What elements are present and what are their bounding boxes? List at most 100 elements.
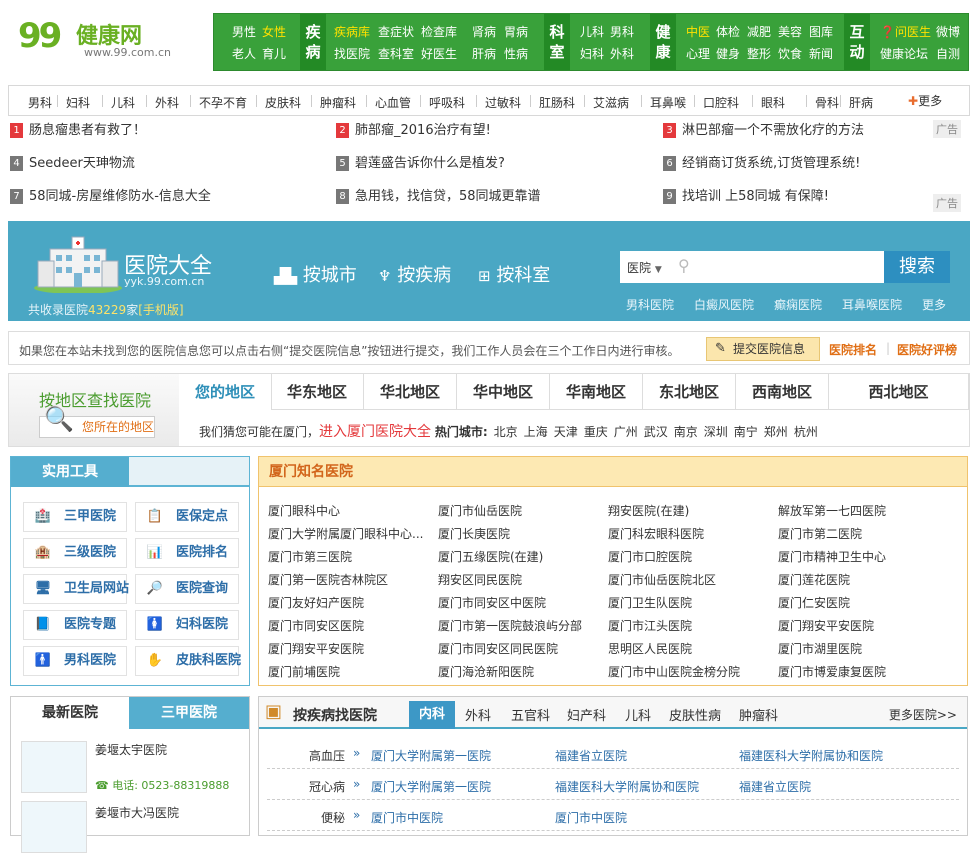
hot-city-link[interactable]: 武汉	[644, 425, 668, 439]
category-link[interactable]: 呼吸科	[429, 94, 465, 111]
nav-link-kidney[interactable]: 肾病	[472, 23, 496, 40]
tool-link[interactable]: 📊 医院排名	[135, 538, 239, 568]
nav-link-selftest[interactable]: 自测	[936, 45, 960, 62]
mobile-link[interactable]: [手机版]	[138, 303, 183, 317]
tool-link[interactable]: 🔎 医院查询	[135, 574, 239, 604]
category-link[interactable]: 耳鼻喉	[650, 94, 686, 111]
nav-link-fitness[interactable]: 健身	[716, 45, 740, 62]
site-logo[interactable]: 99 健康网 www.99.com.cn	[18, 14, 178, 62]
region-tab[interactable]: 西北地区	[829, 374, 969, 410]
disease-name[interactable]: 高血压	[267, 747, 345, 764]
more-categories-button[interactable]: ✚更多	[908, 92, 942, 109]
disease-hospital-link[interactable]: 厦门市中医院	[371, 809, 443, 826]
category-link[interactable]: 眼科	[761, 94, 785, 111]
nav-link-pediatrics[interactable]: 儿科	[580, 23, 604, 40]
search-type-select[interactable]: 医院 ▼	[627, 259, 662, 276]
region-tab[interactable]: 西南地区	[736, 374, 829, 410]
region-tab[interactable]: 华南地区	[550, 374, 643, 410]
hospital-link[interactable]: 厦门市同安区医院	[268, 617, 434, 634]
hot-city-link[interactable]: 上海	[524, 425, 548, 439]
tab-new-hospitals[interactable]: 最新医院	[11, 697, 129, 729]
category-link[interactable]: 艾滋病	[593, 94, 629, 111]
hot-city-link[interactable]: 天津	[554, 425, 578, 439]
ad-link[interactable]: 1 肠息瘤患者有救了！	[10, 119, 146, 149]
category-link[interactable]: 男科	[28, 94, 52, 111]
hospital-link[interactable]: 厦门市博爱康复医院	[778, 663, 944, 680]
nav-link-liver[interactable]: 肝病	[472, 45, 496, 62]
tool-link[interactable]: ✋ 皮肤科医院	[135, 646, 241, 676]
hospital-link[interactable]: 厦门眼科中心	[268, 502, 434, 519]
ad-link[interactable]: 4 Seedeer天珅物流	[10, 152, 135, 182]
disease-name[interactable]: 便秘	[267, 809, 345, 826]
hospital-link[interactable]: 解放军第一七四医院	[778, 502, 944, 519]
hot-city-link[interactable]: 杭州	[794, 425, 818, 439]
hospital-rank-link[interactable]: 医院排名	[829, 341, 877, 358]
tool-link[interactable]: 📋 医保定点	[135, 502, 239, 532]
region-tab[interactable]: 华北地区	[364, 374, 457, 410]
hospital-link[interactable]: 厦门翔安平安医院	[778, 617, 944, 634]
ad-link[interactable]: 2 肺部瘤_2016治疗有望!	[336, 119, 491, 149]
region-tab[interactable]: 您的地区	[179, 374, 272, 410]
nav-link-forum[interactable]: 健康论坛	[880, 45, 928, 62]
nav-link-male[interactable]: 男性	[232, 23, 256, 40]
nav-link-find-hospital[interactable]: 找医院	[334, 45, 370, 62]
hospital-link[interactable]: 厦门市仙岳医院北区	[608, 571, 774, 588]
enter-xiamen-link[interactable]: 进入厦门医院大全	[319, 424, 431, 440]
ad-link[interactable]: 7 58同城-房屋维修防水-信息大全	[10, 185, 211, 215]
nav-link-departments[interactable]: 查科室	[378, 45, 414, 62]
ad-link[interactable]: 3 淋巴部瘤一个不需放化疗的方法	[663, 119, 864, 149]
nav-link-stomach[interactable]: 胃病	[504, 23, 528, 40]
hospital-link[interactable]: 厦门市精神卫生中心	[778, 548, 944, 565]
nav-link-gallery[interactable]: 图库	[809, 23, 833, 40]
nav-link-symptoms[interactable]: 查症状	[378, 23, 414, 40]
hospital-link[interactable]: 厦门大学附属厦门眼科中心...	[268, 525, 434, 542]
category-link[interactable]: 心血管	[375, 94, 411, 111]
region-tab[interactable]: 华东地区	[271, 374, 364, 410]
nav-link-doctors[interactable]: 好医生	[421, 45, 457, 62]
nav-link-ask-doctor[interactable]: ❓问医生	[880, 23, 931, 40]
region-tab[interactable]: 东北地区	[643, 374, 736, 410]
disease-tab[interactable]: 五官科	[511, 705, 550, 724]
search-input[interactable]	[698, 255, 878, 279]
hospital-link[interactable]: 厦门卫生队医院	[608, 594, 774, 611]
hospital-link[interactable]: 厦门第一医院杏林院区	[268, 571, 434, 588]
banner-link-ent[interactable]: 耳鼻喉医院	[842, 296, 902, 313]
disease-hospital-link[interactable]: 厦门大学附属第一医院	[371, 778, 491, 795]
hospital-review-link[interactable]: 医院好评榜	[897, 341, 957, 358]
nav-link-food[interactable]: 饮食	[778, 45, 802, 62]
disease-tab[interactable]: 外科	[465, 705, 491, 724]
hot-city-link[interactable]: 南京	[674, 425, 698, 439]
region-tab[interactable]: 华中地区	[457, 374, 550, 410]
hospital-link[interactable]: 厦门长庚医院	[438, 525, 604, 542]
tool-link[interactable]: 🚹 男科医院	[23, 646, 127, 676]
nav-link-female[interactable]: 女性	[262, 23, 286, 40]
disease-tab[interactable]: 内科	[409, 701, 456, 729]
hospital-thumbnail[interactable]	[21, 741, 87, 793]
hospital-link[interactable]: 厦门市仙岳医院	[438, 502, 604, 519]
hospital-link[interactable]: 厦门市同安区中医院	[438, 594, 604, 611]
tool-link[interactable]: 🖥 卫生局网站	[23, 574, 129, 604]
new-hospital-name[interactable]: 姜堰太宇医院	[95, 741, 167, 758]
banner-link-andrology[interactable]: 男科医院	[626, 296, 674, 313]
category-link[interactable]: 肿瘤科	[320, 94, 356, 111]
hot-city-link[interactable]: 南宁	[734, 425, 758, 439]
category-link[interactable]: 骨科	[815, 94, 839, 111]
tool-link[interactable]: 🏨 三级医院	[23, 538, 127, 568]
disease-tab[interactable]: 儿科	[625, 705, 651, 724]
submit-hospital-button[interactable]: ✎ 提交医院信息	[706, 337, 820, 361]
hot-city-link[interactable]: 广州	[614, 425, 638, 439]
nav-link-tcm[interactable]: 中医	[686, 23, 710, 40]
nav-link-plastic[interactable]: 整形	[747, 45, 771, 62]
category-link[interactable]: 外科	[155, 94, 179, 111]
hospital-link[interactable]: 厦门市第一医院鼓浪屿分部	[438, 617, 604, 634]
hospital-link[interactable]: 厦门市江头医院	[608, 617, 774, 634]
nav-link-checkup[interactable]: 体检	[716, 23, 740, 40]
hospital-link[interactable]: 厦门市同安区同民医院	[438, 640, 604, 657]
ad-link[interactable]: 9 找培训 上58同城 有保障!	[663, 185, 829, 215]
nav-link-disease-db[interactable]: 疾病库	[334, 23, 370, 40]
hospital-link[interactable]: 厦门市第二医院	[778, 525, 944, 542]
nav-link-elderly[interactable]: 老人	[232, 45, 256, 62]
hospital-link[interactable]: 厦门科宏眼科医院	[608, 525, 774, 542]
hospital-link[interactable]: 厦门市中山医院金榜分院	[608, 663, 774, 680]
hospital-link[interactable]: 厦门前埔医院	[268, 663, 434, 680]
